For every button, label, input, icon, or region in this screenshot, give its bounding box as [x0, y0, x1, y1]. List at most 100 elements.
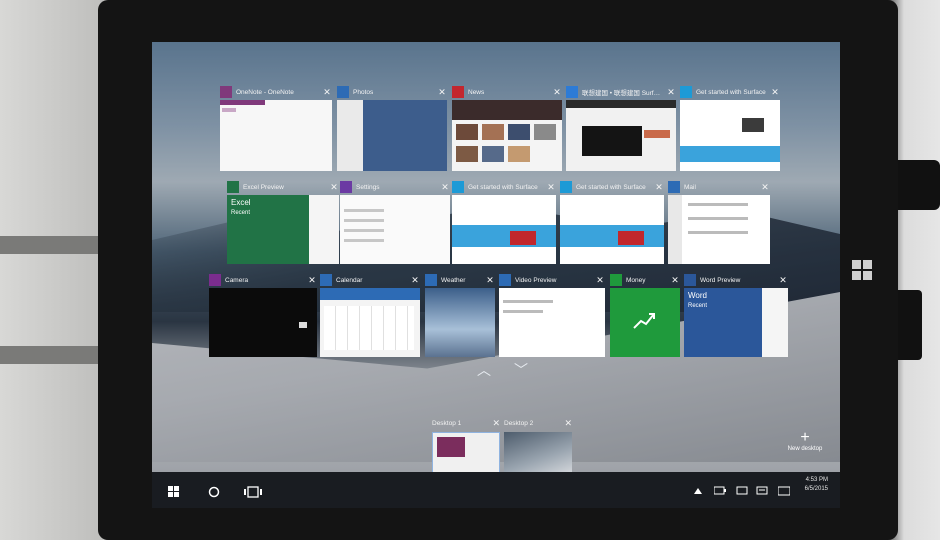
window-mail[interactable]: Mail ✕: [668, 180, 770, 264]
window-title: Get started with Surface: [696, 88, 766, 96]
clock-date: 6/5/2015: [804, 486, 828, 492]
close-icon[interactable]: ✕: [666, 87, 676, 98]
notification-icon[interactable]: [756, 486, 768, 496]
clock[interactable]: 4:53 PM 6/5/2015: [805, 476, 828, 494]
window-preview: [566, 100, 676, 171]
plus-icon: +: [800, 429, 810, 446]
close-icon[interactable]: ✕: [778, 275, 788, 286]
mail-icon: [668, 181, 680, 193]
money-icon: [610, 274, 622, 286]
close-icon[interactable]: ✕: [770, 87, 780, 98]
window-title: Settings: [356, 183, 380, 191]
window-money[interactable]: Money ✕: [610, 273, 680, 357]
video-icon: [499, 274, 511, 286]
close-icon[interactable]: ✕: [564, 418, 572, 429]
window-title: News: [468, 88, 485, 96]
window-title: Excel Preview: [243, 183, 284, 191]
window-calendar[interactable]: Calendar ✕: [320, 273, 420, 357]
scroll-down-icon[interactable]: ﹀: [514, 360, 528, 380]
weather-icon: [425, 274, 437, 286]
close-icon[interactable]: ✕: [485, 275, 495, 286]
window-settings[interactable]: Settings ✕: [340, 180, 450, 264]
desktop-label: Desktop 2: [504, 420, 534, 427]
window-video[interactable]: Video Preview ✕: [499, 273, 605, 357]
news-icon: [452, 86, 464, 98]
window-word[interactable]: Word Preview ✕ Word Recent: [684, 273, 788, 357]
calendar-icon: [320, 274, 332, 286]
photos-icon: [337, 86, 349, 98]
window-get-started-1[interactable]: Get started with Surface ✕: [680, 85, 780, 171]
window-preview: [452, 195, 556, 264]
desktop-preview: [504, 432, 572, 474]
network-icon[interactable]: [736, 486, 748, 495]
window-title: Mail: [684, 183, 696, 191]
window-preview: [680, 100, 780, 171]
window-onenote[interactable]: OneNote - OneNote ✕: [220, 85, 332, 171]
close-icon[interactable]: ✕: [552, 87, 562, 98]
window-get-started-2[interactable]: Get started with Surface ✕: [452, 180, 556, 264]
desktop-1-thumb[interactable]: Desktop 1 ✕: [432, 418, 500, 474]
battery-icon[interactable]: [714, 486, 726, 495]
onenote-icon: [220, 86, 232, 98]
window-preview: [425, 288, 495, 357]
windows-start-icon[interactable]: [168, 486, 180, 498]
close-icon[interactable]: ✕: [595, 275, 605, 286]
close-icon[interactable]: ✕: [410, 275, 420, 286]
desktop-2-thumb[interactable]: Desktop 2 ✕: [504, 418, 572, 474]
window-title: 联想建国 • 联想建国 Surface: [582, 90, 662, 97]
window-get-started-3[interactable]: Get started with Surface ✕: [560, 180, 664, 264]
desktop-label: Desktop 1: [432, 420, 462, 427]
window-preview: [560, 195, 664, 264]
window-title: Photos: [353, 88, 374, 96]
excel-recent-label: Recent: [231, 210, 251, 216]
tray-expand-icon[interactable]: [694, 488, 702, 494]
window-title: Video Preview: [515, 276, 557, 284]
window-preview: Excel Recent: [227, 195, 339, 264]
window-news[interactable]: News ✕: [452, 85, 562, 171]
clock-time: 4:53 PM: [805, 477, 828, 483]
window-title: Get started with Surface: [468, 183, 538, 191]
screen: OneNote - OneNote ✕ Photos ✕ News ✕ 联想建国 • …: [152, 42, 840, 508]
edge-icon: [566, 86, 578, 98]
task-view-icon[interactable]: [244, 486, 262, 498]
window-title: Word Preview: [700, 276, 741, 284]
floor-strip: [0, 346, 110, 364]
floor-strip: [0, 236, 110, 254]
window-browser-chinese[interactable]: 联想建国 • 联想建国 Surface ✕: [566, 85, 676, 171]
close-icon[interactable]: ✕: [307, 275, 317, 286]
window-preview: [340, 195, 450, 264]
window-preview: [668, 195, 770, 264]
keyboard-icon[interactable]: [778, 486, 790, 496]
excel-app-name: Excel: [231, 198, 251, 207]
window-title: Money: [626, 276, 646, 284]
close-icon[interactable]: ✕: [670, 275, 680, 286]
window-weather[interactable]: Weather ✕: [425, 273, 495, 357]
window-excel[interactable]: Excel Preview ✕ Excel Recent: [227, 180, 339, 264]
window-title: OneNote - OneNote: [236, 88, 294, 96]
close-icon[interactable]: ✕: [329, 182, 339, 193]
gear-icon: [340, 181, 352, 193]
window-title: Calendar: [336, 276, 363, 284]
window-title: Weather: [441, 276, 466, 284]
window-preview: [452, 100, 562, 171]
ie-icon: [560, 181, 572, 193]
window-camera[interactable]: Camera ✕: [209, 273, 317, 357]
close-icon[interactable]: ✕: [437, 87, 447, 98]
scroll-up-icon[interactable]: ︿: [477, 360, 491, 380]
new-desktop-label: New desktop: [787, 446, 823, 452]
close-icon[interactable]: ✕: [654, 182, 664, 193]
close-icon[interactable]: ✕: [492, 418, 500, 429]
window-photos[interactable]: Photos ✕: [337, 85, 447, 171]
word-icon: [684, 274, 696, 286]
window-preview: Word Recent: [684, 288, 788, 357]
window-preview: [337, 100, 447, 171]
excel-icon: [227, 181, 239, 193]
close-icon[interactable]: ✕: [440, 182, 450, 193]
close-icon[interactable]: ✕: [546, 182, 556, 193]
window-preview: [320, 288, 420, 357]
cortana-icon[interactable]: [208, 486, 220, 498]
new-desktop-button[interactable]: + New desktop: [780, 429, 830, 453]
window-title: Camera: [225, 276, 249, 284]
close-icon[interactable]: ✕: [760, 182, 770, 193]
close-icon[interactable]: ✕: [322, 87, 332, 98]
